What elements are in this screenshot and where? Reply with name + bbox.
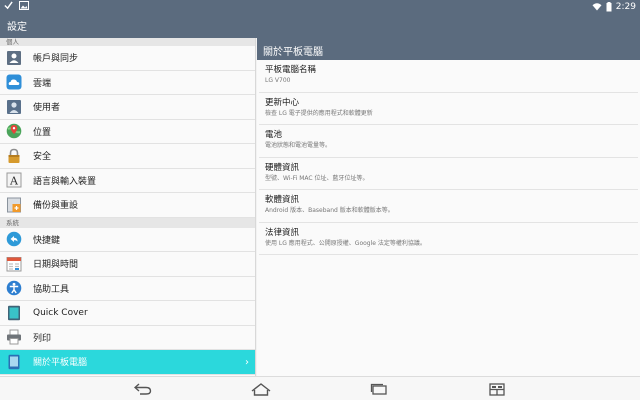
sidebar-item-label: 列印 (33, 333, 52, 344)
sidebar-item-label: 語言與輸入裝置 (33, 176, 97, 187)
sidebar-item-label: 備份與重設 (33, 201, 79, 212)
detail-title: 關於平板電腦 (257, 38, 640, 60)
accounts-sync-icon (6, 50, 22, 66)
sidebar-item-label: 雲端 (33, 78, 52, 89)
cloud-icon (6, 74, 22, 90)
detail-item-subtitle: LG V700 (265, 77, 291, 84)
sidebar-item-location[interactable]: 位置 (0, 120, 255, 144)
sidebar-item-accounts-sync[interactable]: 帳戶與同步 (0, 46, 255, 71)
sidebar-item-date-time[interactable]: 日期與時間 (0, 252, 255, 277)
action-bar: 設定 (0, 13, 640, 38)
detail-item-update-center[interactable]: 更新中心 檢查 LG 電子提供的應用程式和軟體更新 (259, 93, 638, 125)
sidebar-item-label: 關於平板電腦 (33, 358, 88, 369)
detail-item-subtitle: 檢查 LG 電子提供的應用程式和軟體更新 (265, 109, 373, 117)
sidebar-item-security[interactable]: 安全 (0, 144, 255, 169)
check-icon (4, 1, 13, 10)
detail-item-battery[interactable]: 電池 電池狀態和電池電量等。 (259, 125, 638, 158)
battery-icon (606, 1, 612, 12)
detail-item-title: 平板電腦名稱 (265, 65, 317, 75)
wifi-icon (592, 2, 602, 11)
printer-icon (6, 329, 22, 345)
sidebar-item-label: 安全 (33, 152, 52, 163)
chevron-right-icon: › (245, 357, 249, 368)
sidebar-item-about-tablet[interactable]: 關於平板電腦 › (0, 350, 255, 375)
detail-item-subtitle: 電池狀態和電池電量等。 (265, 142, 332, 149)
recent-apps-icon[interactable] (368, 381, 390, 397)
sidebar-item-label: 位置 (33, 127, 52, 138)
location-icon (6, 123, 22, 139)
sidebar-item-shortcut-keys[interactable]: 快捷鍵 (0, 228, 255, 252)
detail-item-title: 更新中心 (265, 97, 300, 108)
svg-text:A: A (9, 175, 19, 188)
settings-list[interactable]: 個人 帳戶與同步 雲端 使用者 位置 安全 A 語言與輸入裝置 備份與重設 系統… (0, 38, 256, 376)
detail-item-subtitle: 使用 LG 應用程式、公開原授權、Google 法定等權利協議。 (265, 239, 426, 247)
sidebar-item-label: 協助工具 (33, 284, 70, 295)
sidebar-item-cloud[interactable]: 雲端 (0, 71, 255, 95)
sidebar-item-print[interactable]: 列印 (0, 326, 255, 350)
shortcut-icon (6, 231, 22, 247)
detail-item-legal-info[interactable]: 法律資訊 使用 LG 應用程式、公開原授權、Google 法定等權利協議。 (259, 223, 638, 255)
home-icon[interactable] (250, 381, 272, 397)
sidebar-item-accessibility[interactable]: 協助工具 (0, 277, 255, 301)
accessibility-icon (6, 280, 22, 296)
detail-item-subtitle: Android 版本、Baseband 版本和軟體版本等。 (265, 207, 394, 214)
sidebar-item-users[interactable]: 使用者 (0, 95, 255, 120)
dual-window-icon[interactable] (486, 381, 508, 397)
detail-item-software-info[interactable]: 軟體資訊 Android 版本、Baseband 版本和軟體版本等。 (259, 190, 638, 223)
tablet-icon (6, 354, 22, 370)
sidebar-item-label: 快捷鍵 (33, 235, 61, 246)
status-bar: 2:29 (0, 0, 640, 13)
detail-item-tablet-name[interactable]: 平板電腦名稱 LG V700 (259, 60, 638, 93)
detail-item-title: 電池 (265, 130, 283, 140)
section-header-system: 系統 (0, 217, 255, 228)
detail-item-title: 硬體資訊 (265, 162, 300, 173)
clock: 2:29 (615, 1, 636, 12)
lock-icon (6, 148, 22, 164)
sidebar-item-label: 帳戶與同步 (33, 54, 79, 65)
users-icon (6, 99, 22, 115)
navigation-bar (0, 376, 640, 400)
sidebar-item-label: 日期與時間 (33, 260, 79, 271)
back-icon[interactable] (132, 381, 154, 397)
app-title: 設定 (7, 22, 27, 33)
section-header-personal: 個人 (0, 38, 255, 46)
detail-item-subtitle: 型號、Wi-Fi MAC 位址、藍牙位址等。 (265, 174, 369, 182)
quick-cover-icon (6, 305, 22, 321)
sidebar-item-language-input[interactable]: A 語言與輸入裝置 (0, 169, 255, 193)
detail-item-hardware-info[interactable]: 硬體資訊 型號、Wi-Fi MAC 位址、藍牙位址等。 (259, 158, 638, 190)
language-icon: A (6, 172, 22, 188)
calendar-icon (6, 256, 22, 272)
image-icon (19, 1, 29, 10)
backup-icon (6, 197, 22, 213)
sidebar-item-label: Quick Cover (33, 307, 88, 318)
sidebar-item-label: 使用者 (33, 103, 61, 114)
detail-item-title: 法律資訊 (265, 227, 300, 238)
sidebar-item-quick-cover[interactable]: Quick Cover (0, 301, 255, 326)
sidebar-item-backup-reset[interactable]: 備份與重設 (0, 193, 255, 218)
detail-pane: 關於平板電腦 平板電腦名稱 LG V700 更新中心 檢查 LG 電子提供的應用… (257, 38, 640, 376)
detail-item-title: 軟體資訊 (265, 195, 300, 205)
